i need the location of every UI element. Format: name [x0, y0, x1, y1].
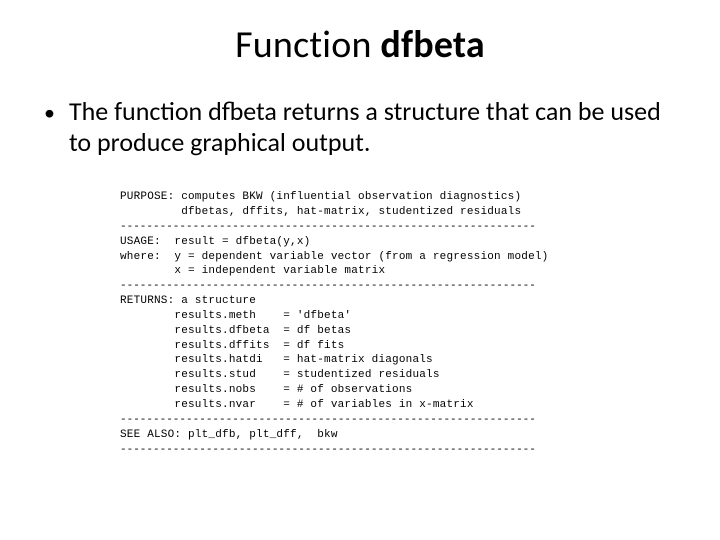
title-text-plain: Function	[235, 22, 380, 68]
code-block: PURPOSE: computes BKW (influential obser…	[120, 175, 600, 457]
code-rule: ----------------------------------------…	[120, 444, 536, 456]
code-line: x = independent variable matrix	[120, 265, 385, 277]
slide-title: Function dfbeta	[0, 22, 720, 68]
code-line: results.dfbeta = df betas	[120, 325, 351, 337]
code-line: SEE ALSO: plt_dfb, plt_dff, bkw	[120, 429, 338, 441]
code-line: results.dffits = df fits	[120, 340, 344, 352]
bullet-text: The function dfbeta returns a structure …	[69, 96, 676, 157]
bullet-area: • The function dfbeta returns a structur…	[0, 96, 720, 157]
bullet-item: • The function dfbeta returns a structur…	[44, 96, 676, 157]
code-line: results.nobs = # of observations	[120, 384, 412, 396]
bullet-dot-icon: •	[44, 100, 55, 126]
slide: Function dfbeta • The function dfbeta re…	[0, 22, 720, 540]
code-line: USAGE: result = dfbeta(y,x)	[120, 236, 310, 248]
code-line: PURPOSE: computes BKW (influential obser…	[120, 191, 521, 203]
code-line: results.meth = 'dfbeta'	[120, 310, 351, 322]
code-rule: ----------------------------------------…	[120, 280, 536, 292]
code-rule: ----------------------------------------…	[120, 221, 536, 233]
code-line: results.stud = studentized residuals	[120, 369, 440, 381]
code-line: results.hatdi = hat-matrix diagonals	[120, 354, 433, 366]
code-rule: ----------------------------------------…	[120, 414, 536, 426]
code-line: results.nvar = # of variables in x-matri…	[120, 399, 474, 411]
code-line: dfbetas, dffits, hat-matrix, studentized…	[120, 206, 521, 218]
title-text-bold: dfbeta	[380, 22, 484, 68]
code-line: where: y = dependent variable vector (fr…	[120, 251, 548, 263]
code-line: RETURNS: a structure	[120, 295, 256, 307]
